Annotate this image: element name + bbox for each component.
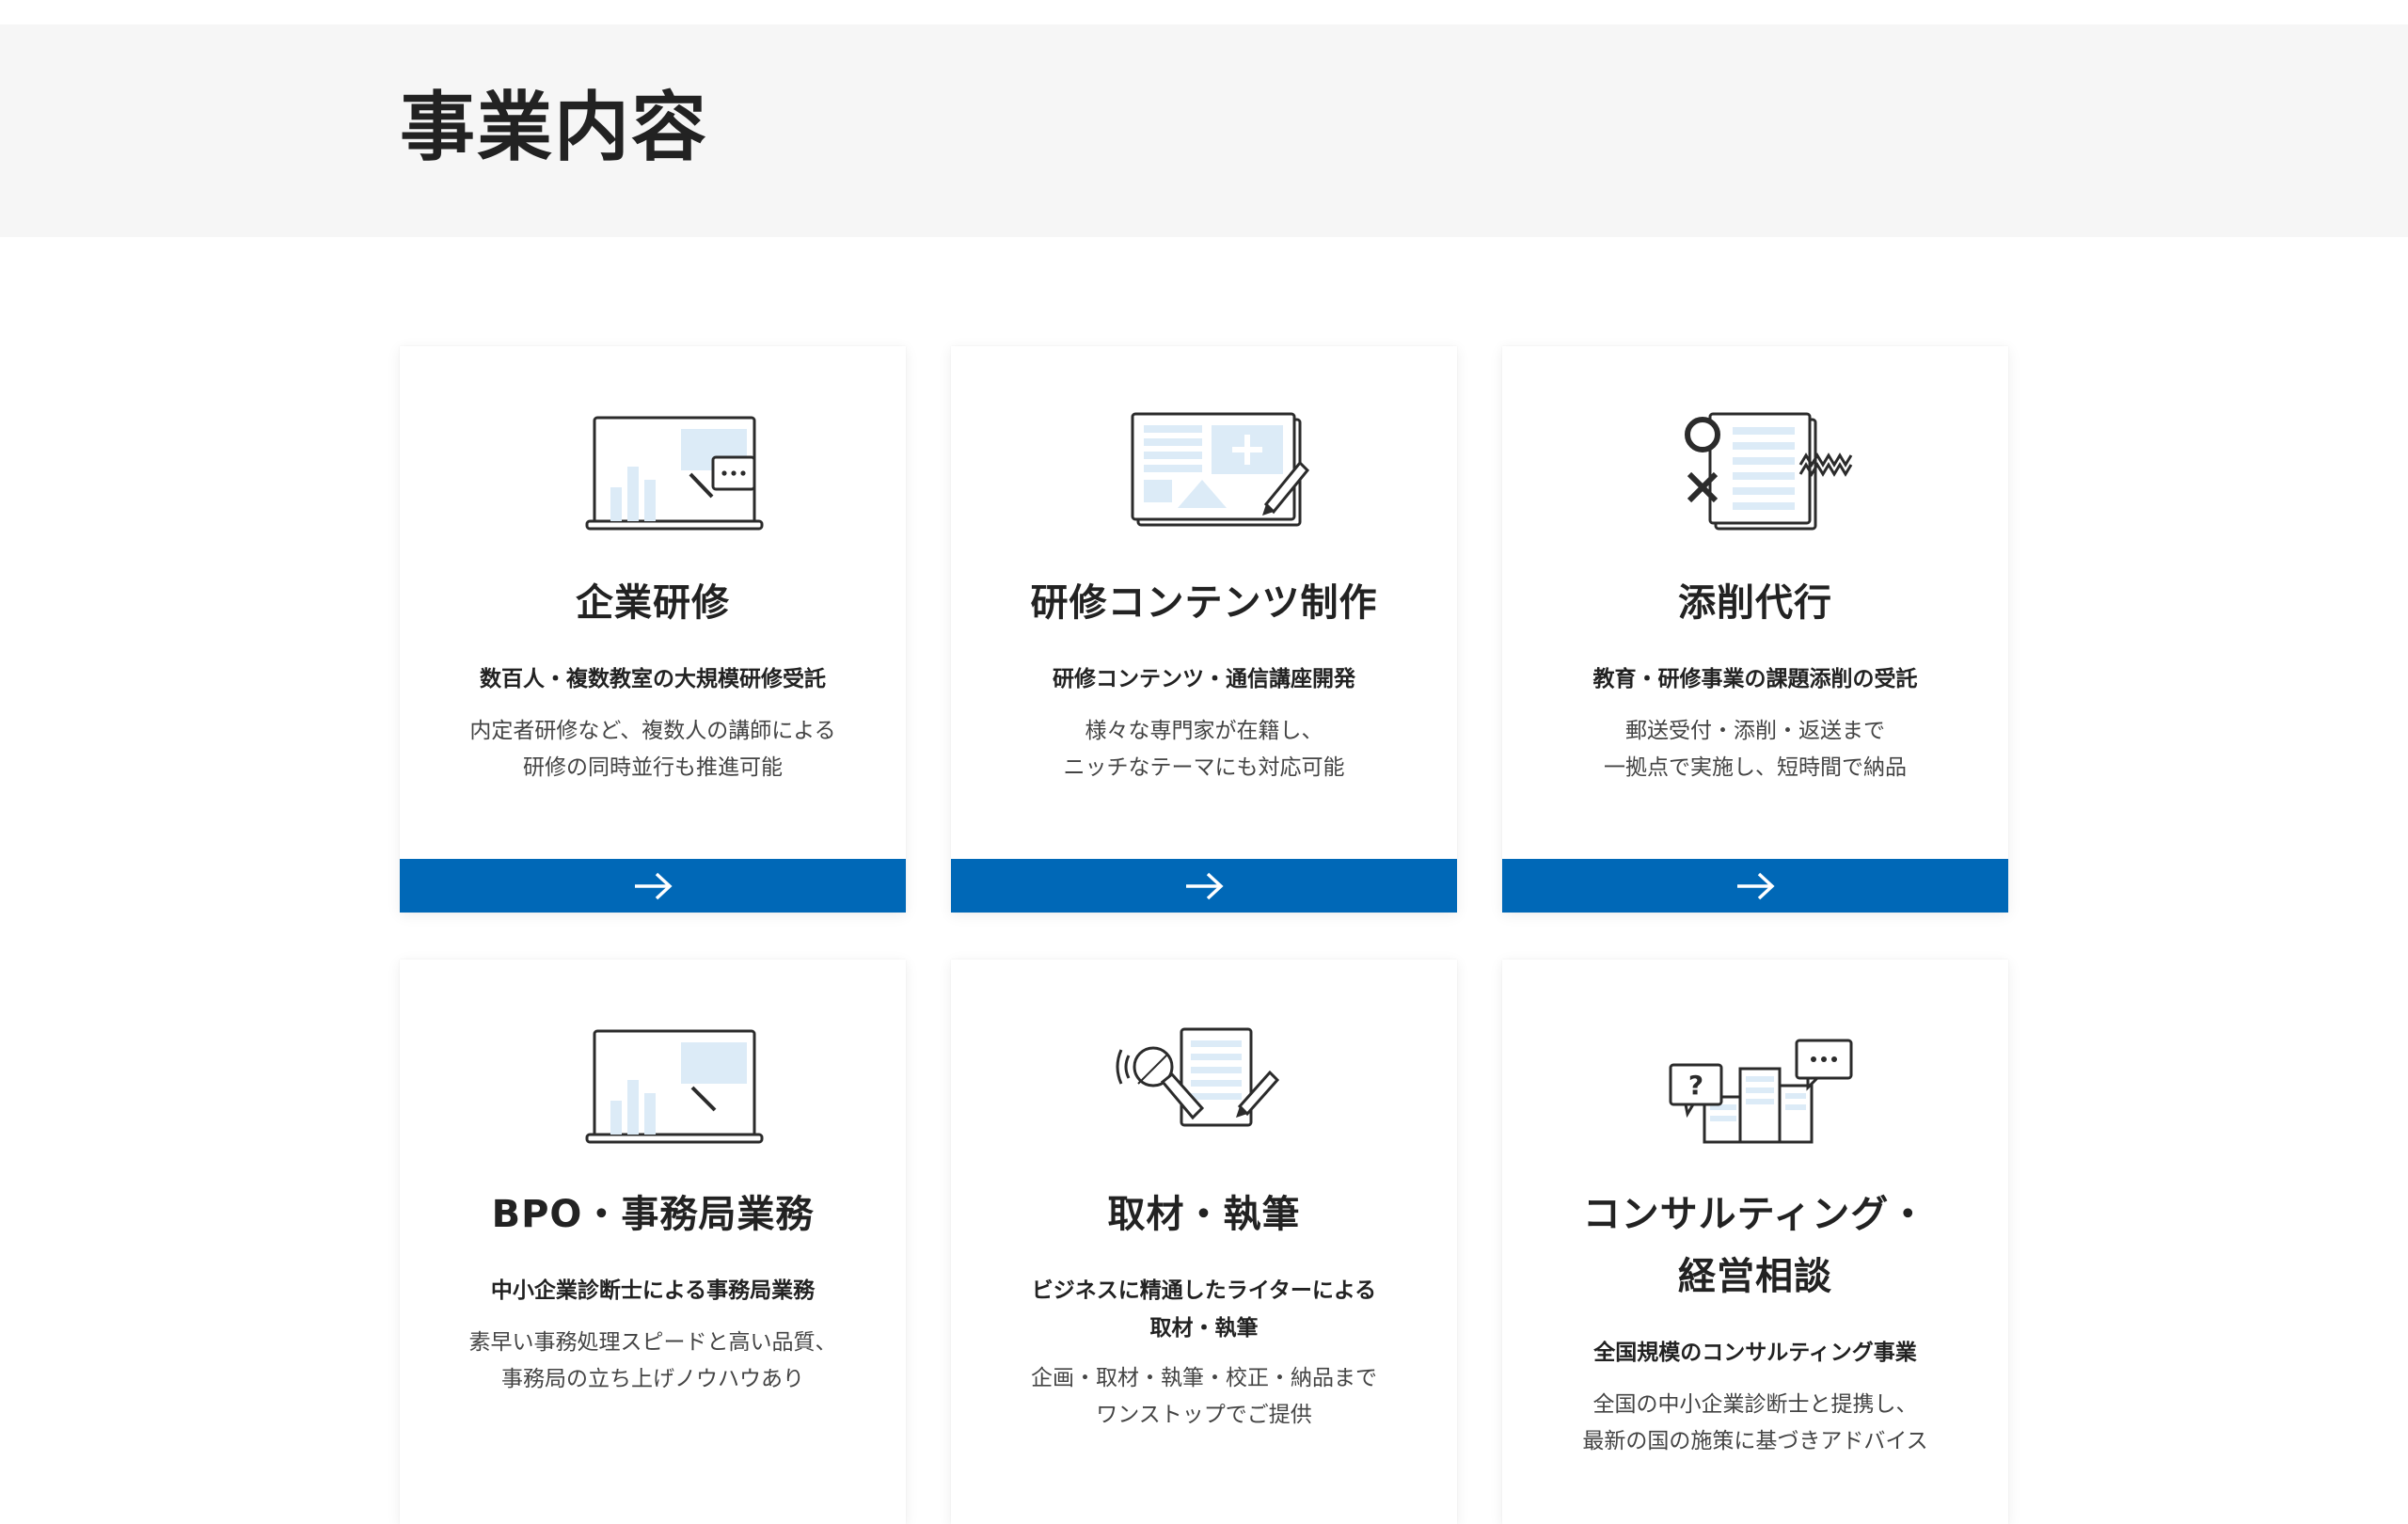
card-subtitle: 数百人・複数教室の大規模研修受託 [480, 667, 826, 691]
card-link-button[interactable] [400, 859, 906, 913]
service-card-corporate-training[interactable]: 企業研修 数百人・複数教室の大規模研修受託 内定者研修など、複数人の講師による … [400, 346, 906, 913]
laptop-icon [540, 1007, 766, 1148]
card-title: BPO・事務局業務 [491, 1193, 815, 1236]
buildings-consult-icon: ? [1642, 1007, 1868, 1148]
card-description: 全国の中小企業診断士と提携し、 最新の国の施策に基づきアドバイス [1582, 1392, 1928, 1453]
card-title: 研修コンテンツ制作 [1030, 581, 1378, 625]
card-subtitle: 中小企業診断士による事務局業務 [490, 1278, 816, 1303]
card-title: コンサルティング・ 経営相談 [1582, 1193, 1928, 1298]
card-title: 添削代行 [1678, 581, 1832, 625]
card-description: 様々な専門家が在籍し、 ニッチなテーマにも対応可能 [1063, 719, 1345, 780]
card-subtitle: 研修コンテンツ・通信講座開発 [1053, 667, 1355, 691]
service-card-bpo[interactable]: BPO・事務局業務 中小企業診断士による事務局業務 素早い事務処理スピードと高い… [400, 960, 906, 1524]
service-card-consulting[interactable]: ? コンサルティング・ 経営相談 全国規模のコンサルティング事業 全国の中小企業… [1502, 960, 2008, 1524]
arrow-right-icon [1737, 872, 1775, 899]
laptop-chat-icon [540, 393, 766, 534]
card-subtitle: 全国規模のコンサルティング事業 [1593, 1341, 1917, 1365]
service-card-grading[interactable]: 添削代行 教育・研修事業の課題添削の受託 郵送受付・添削・返送まで 一拠点で実施… [1502, 346, 2008, 913]
card-description: 素早い事務処理スピードと高い品質、 事務局の立ち上げノウハウあり [468, 1330, 837, 1391]
document-pen-icon [1091, 393, 1317, 534]
arrow-right-icon [635, 872, 673, 899]
microphone-document-icon [1091, 1007, 1317, 1148]
card-link-button[interactable] [1502, 859, 2008, 913]
svg-text:?: ? [1688, 1070, 1703, 1101]
service-card-writing[interactable]: 取材・執筆 ビジネスに精通したライターによる 取材・執筆 企画・取材・執筆・校正… [951, 960, 1457, 1524]
card-link-button[interactable] [951, 859, 1457, 913]
arrow-right-icon [1186, 872, 1224, 899]
card-description: 企画・取材・執筆・校正・納品まで ワンストップでご提供 [1031, 1366, 1377, 1427]
card-description: 郵送受付・添削・返送まで 一拠点で実施し、短時間で納品 [1604, 719, 1907, 780]
card-title: 取材・執筆 [1107, 1193, 1301, 1236]
card-subtitle: 教育・研修事業の課題添削の受託 [1592, 667, 1918, 691]
card-description: 内定者研修など、複数人の講師による 研修の同時並行も推進可能 [469, 719, 836, 780]
service-card-training-content[interactable]: 研修コンテンツ制作 研修コンテンツ・通信講座開発 様々な専門家が在籍し、 ニッチ… [951, 346, 1457, 913]
card-title: 企業研修 [576, 581, 730, 625]
grading-icon [1642, 393, 1868, 534]
card-subtitle: ビジネスに精通したライターによる 取材・執筆 [1031, 1278, 1377, 1341]
service-cards: 企業研修 数百人・複数教室の大規模研修受託 内定者研修など、複数人の講師による … [0, 0, 2408, 1524]
